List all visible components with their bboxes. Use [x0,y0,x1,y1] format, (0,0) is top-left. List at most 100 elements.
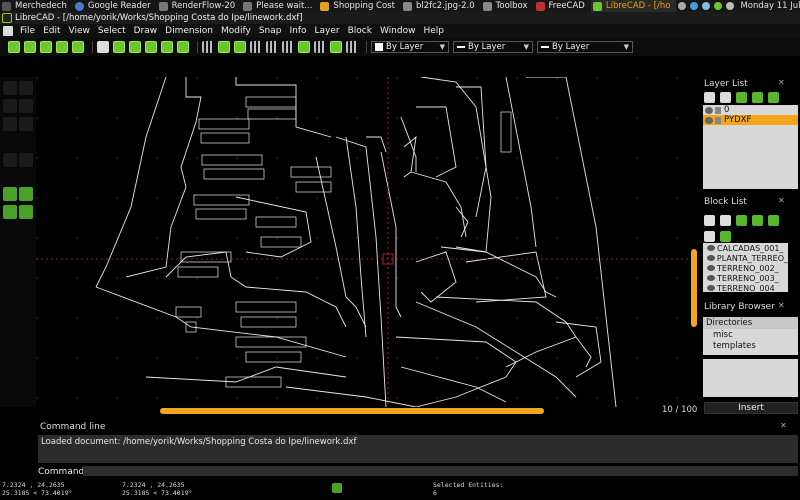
menu-view[interactable]: View [65,26,94,36]
volume-icon[interactable] [702,2,711,10]
snap-icon[interactable] [3,205,17,219]
layer-row[interactable]: 0 [703,105,798,115]
modify-icon[interactable] [19,187,33,201]
menu-window[interactable]: Window [376,26,420,36]
taskbar-item-librecad[interactable]: LibreCAD - [/ho [590,0,677,12]
snap-grid-icon[interactable] [234,41,246,53]
block-row[interactable]: TERRENO_002_ [703,263,788,273]
library-item-misc[interactable]: misc [703,329,798,340]
snap-intersection-icon[interactable] [298,41,310,53]
drawing-canvas[interactable] [36,77,696,407]
chat-icon[interactable] [714,2,723,10]
window-menu-icon[interactable] [3,26,13,36]
taskbar-item-please-wait[interactable]: Please wait... [241,0,318,12]
gear-icon[interactable] [678,2,687,10]
menu-layer[interactable]: Layer [311,26,344,36]
taskbar-item-image[interactable]: bl2fc2.jpg-2.0 [401,0,481,12]
hide-all-layers-icon[interactable] [720,92,731,103]
taskbar-item-merchedech[interactable]: Merchedech [0,0,73,12]
rename-block-icon[interactable] [768,215,779,226]
edit-block-icon[interactable] [704,231,715,242]
draw-circle-icon[interactable] [19,99,33,113]
lock-icon[interactable] [715,116,721,124]
menu-draw[interactable]: Draw [130,26,162,36]
insert-block-icon[interactable] [720,231,731,242]
grid-icon[interactable] [202,41,214,53]
power-icon[interactable] [726,2,735,10]
menu-help[interactable]: Help [419,26,448,36]
taskbar-item-google-reader[interactable]: Google Reader [73,0,157,12]
eye-icon[interactable] [707,245,715,251]
new-file-icon[interactable] [8,41,20,53]
network-icon[interactable] [690,2,699,10]
edit-layer-icon[interactable] [768,92,779,103]
draw-spline-icon[interactable] [19,117,33,131]
pointer-icon[interactable] [97,41,109,53]
select-icon[interactable] [3,187,17,201]
remove-layer-icon[interactable] [752,92,763,103]
eye-icon[interactable] [707,265,715,271]
eye-icon[interactable] [705,106,713,114]
show-all-blocks-icon[interactable] [704,215,715,226]
restrict-icon[interactable] [330,41,342,53]
taskbar-item-shopping-cost[interactable]: Shopping Cost [318,0,401,12]
lock-icon[interactable] [715,106,721,114]
hide-all-blocks-icon[interactable] [720,215,731,226]
zoom-in-icon[interactable] [113,41,125,53]
remove-block-icon[interactable] [752,215,763,226]
open-file-icon[interactable] [24,41,36,53]
line-type-combo[interactable]: By Layer ▼ [537,41,633,53]
add-layer-icon[interactable] [736,92,747,103]
hatch-icon[interactable] [19,153,33,167]
block-row[interactable]: TERRENO_004_ [703,283,788,292]
insert-button[interactable]: Insert [704,402,798,414]
block-row[interactable]: CALCADAS_001_ [703,243,788,253]
zoom-auto-icon[interactable] [145,41,157,53]
dock-close-icon[interactable]: ✕ [778,301,785,310]
snap-distance-icon[interactable] [314,41,326,53]
print-preview-icon[interactable] [72,41,84,53]
taskbar-item-freecad[interactable]: FreeCAD [534,0,591,12]
clock[interactable]: Monday 11 July, 16:25 [740,1,800,11]
zoom-pan-icon[interactable] [177,41,189,53]
menu-file[interactable]: File [16,26,39,36]
eye-icon[interactable] [707,275,715,281]
menu-select[interactable]: Select [94,26,130,36]
taskbar-item-toolbox[interactable]: Toolbox [481,0,534,12]
snap-endpoint-icon[interactable] [250,41,262,53]
save-file-icon[interactable] [40,41,52,53]
zoom-out-icon[interactable] [129,41,141,53]
taskbar-item-renderflow[interactable]: RenderFlow-20 [157,0,242,12]
draw-line-icon[interactable] [19,81,33,95]
command-input[interactable] [83,466,798,476]
menu-info[interactable]: Info [285,26,310,36]
horizontal-scrollbar[interactable] [160,408,544,414]
menu-modify[interactable]: Modify [217,26,255,36]
relative-zero-icon[interactable] [346,41,358,53]
menu-dimension[interactable]: Dimension [161,26,217,36]
vertical-scrollbar[interactable] [691,249,697,327]
snap-center-icon[interactable] [266,41,278,53]
draw-point-icon[interactable] [3,81,17,95]
print-icon[interactable] [56,41,68,53]
dock-close-icon[interactable]: ✕ [778,196,785,205]
eye-icon[interactable] [707,255,715,261]
layer-row[interactable]: PYDXF [703,115,798,125]
eye-icon[interactable] [707,285,715,291]
show-all-layers-icon[interactable] [704,92,715,103]
library-item-templates[interactable]: templates [703,340,798,351]
draw-arc-icon[interactable] [3,99,17,113]
dock-close-icon[interactable]: ✕ [778,78,785,87]
block-row[interactable]: PLANTA_TERREO_ [703,253,788,263]
menu-block[interactable]: Block [344,26,376,36]
dimension-icon[interactable] [3,153,17,167]
command-line-close-icon[interactable]: ✕ [780,421,787,430]
draw-ellipse-icon[interactable] [3,117,17,131]
line-width-combo[interactable]: By Layer ▼ [453,41,533,53]
block-icon[interactable] [19,205,33,219]
menu-edit[interactable]: Edit [39,26,64,36]
snap-middle-icon[interactable] [282,41,294,53]
window-titlebar[interactable]: LibreCAD - [/home/yorik/Works/Shopping C… [0,12,800,24]
menu-snap[interactable]: Snap [255,26,286,36]
zoom-window-icon[interactable] [161,41,173,53]
